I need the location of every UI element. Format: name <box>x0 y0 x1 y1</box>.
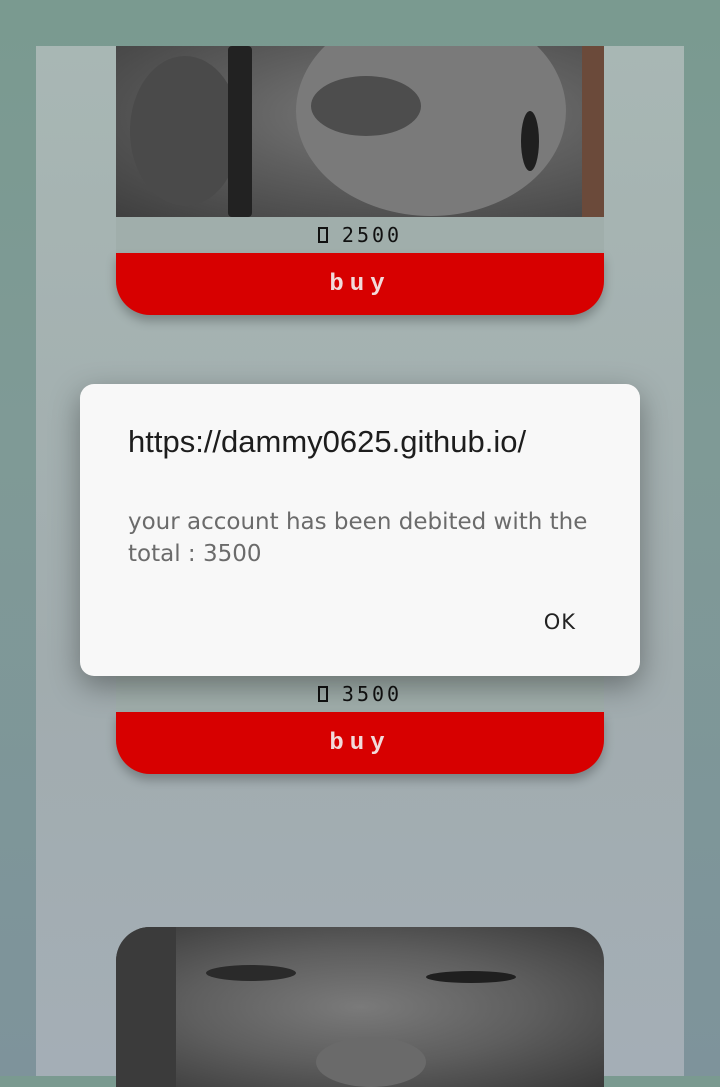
buy-button[interactable]: buy <box>116 712 604 774</box>
price-label: 3500 <box>116 676 604 712</box>
alert-dialog: https://dammy0625.github.io/ your accoun… <box>80 384 640 676</box>
artwork-image <box>116 927 604 1087</box>
price-value: 2500 <box>341 223 403 247</box>
buy-button[interactable]: buy <box>116 253 604 315</box>
ok-button[interactable]: OK <box>544 610 576 634</box>
dialog-title: https://dammy0625.github.io/ <box>128 424 527 459</box>
product-card <box>116 927 604 1087</box>
artwork-image <box>116 46 604 217</box>
currency-icon <box>317 686 328 702</box>
currency-icon <box>317 227 328 243</box>
product-card: 2500 buy <box>116 46 604 315</box>
price-value: 3500 <box>341 682 403 706</box>
price-label: 2500 <box>116 217 604 253</box>
dialog-message: your account has been debited with the t… <box>128 509 588 567</box>
